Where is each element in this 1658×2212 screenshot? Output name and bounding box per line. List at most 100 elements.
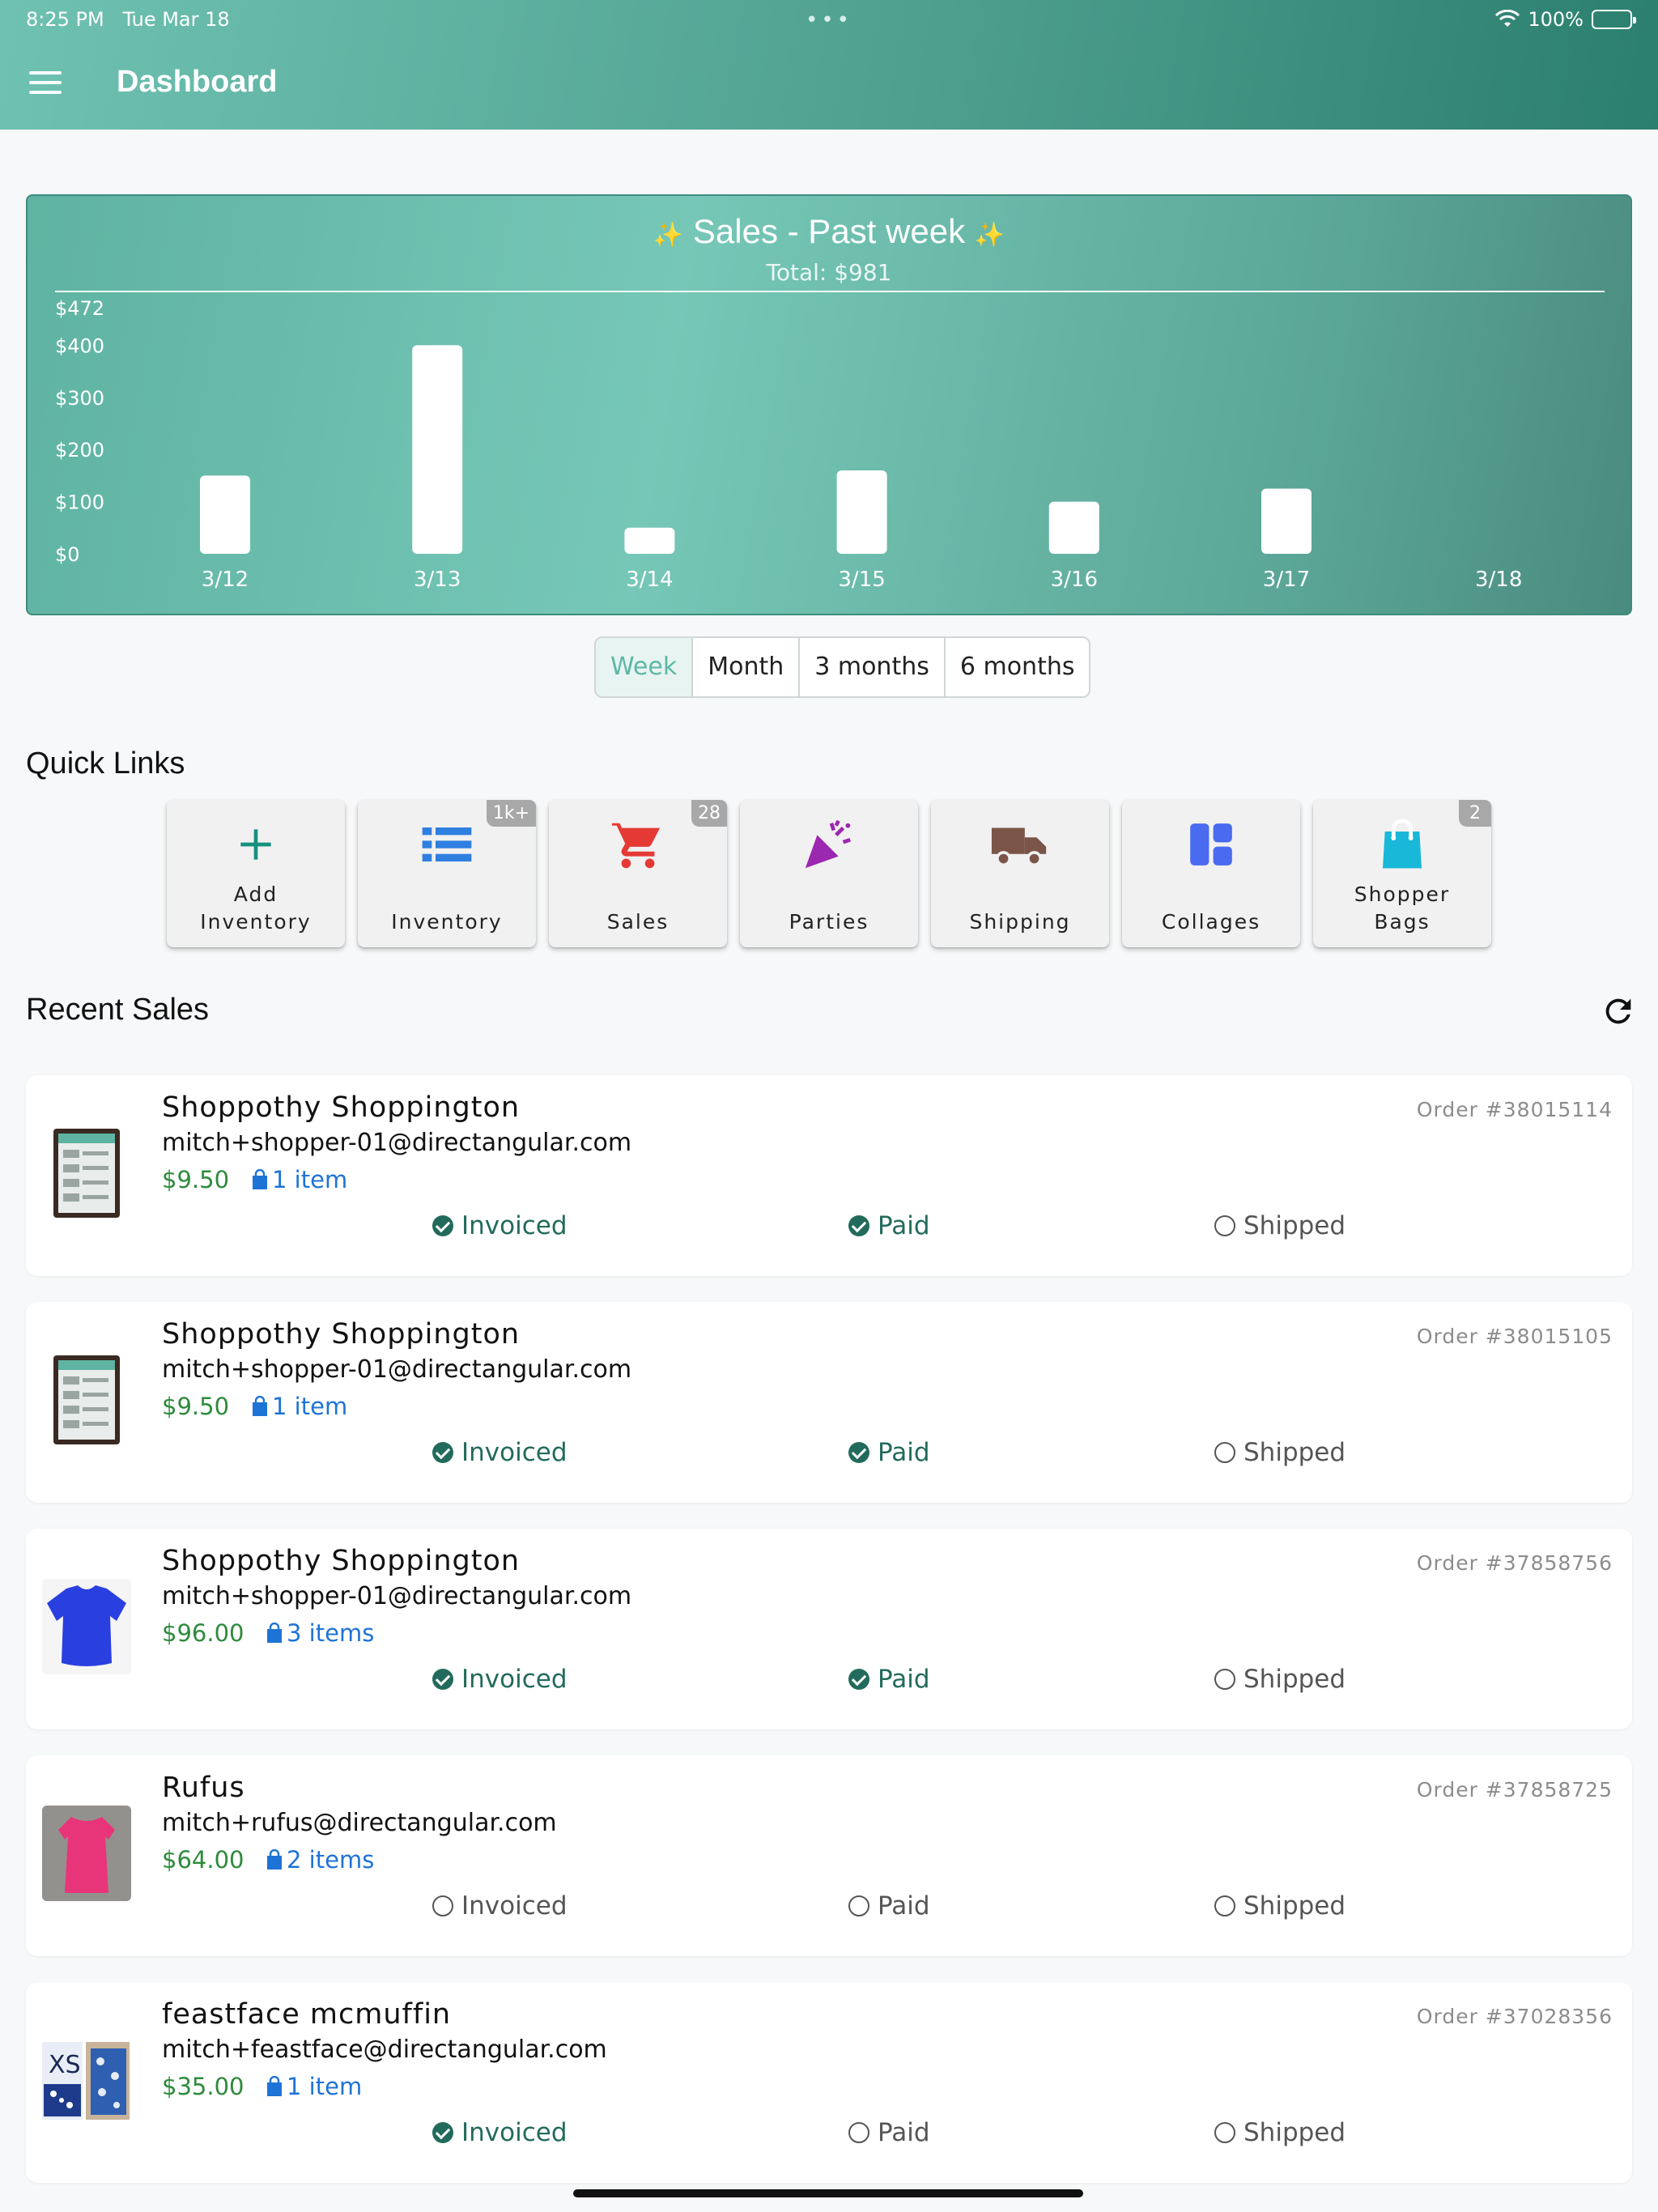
quick-link-label: Inventory (358, 908, 536, 936)
range-tab-week[interactable]: Week (596, 638, 694, 696)
quick-link-sales[interactable]: Sales 28 (549, 800, 727, 947)
hamburger-menu-icon[interactable] (29, 71, 62, 96)
empty-circle-icon (432, 1895, 453, 1916)
range-tab-month[interactable]: Month (693, 638, 801, 696)
check-circle-icon (432, 1442, 453, 1463)
battery-icon (1592, 10, 1636, 29)
paid-status[interactable]: Paid (848, 1211, 930, 1240)
quick-link-label-line2: Parties (789, 910, 869, 934)
bar-3/13[interactable] (412, 345, 463, 554)
item-count: 1 item (251, 1166, 347, 1193)
product-thumbnail (42, 1352, 131, 1448)
shipped-status[interactable]: Shipped (1214, 2118, 1346, 2147)
quick-link-collages[interactable]: Collages (1122, 800, 1300, 947)
quick-links-heading: Quick Links (26, 747, 185, 781)
sale-card[interactable]: Shoppothy Shoppington mitch+shopper-01@di… (26, 1075, 1632, 1276)
shipped-label: Shipped (1244, 1211, 1346, 1240)
customer-name: Rufus (162, 1772, 245, 1804)
plus-icon (167, 816, 345, 873)
invoiced-label: Invoiced (461, 2118, 568, 2147)
quick-link-inventory[interactable]: Inventory 1k+ (358, 800, 536, 947)
count-badge: 1k+ (486, 800, 536, 827)
quick-link-parties[interactable]: Parties (740, 800, 918, 947)
bar-3/15[interactable] (836, 470, 887, 554)
x-tick-label: 3/15 (838, 568, 885, 592)
paid-status[interactable]: Paid (848, 1438, 930, 1467)
quick-link-label-line2: Bags (1374, 910, 1431, 934)
customer-name: Shoppothy Shoppington (162, 1545, 521, 1577)
check-circle-icon (432, 1669, 453, 1690)
check-circle-icon (432, 2122, 453, 2143)
bar-3/14[interactable] (624, 527, 675, 554)
size-label: XS (49, 2051, 81, 2079)
truck-icon (931, 816, 1109, 873)
check-circle-icon (848, 1215, 869, 1236)
multitasking-dots-icon[interactable]: ••• (806, 8, 852, 32)
invoiced-label: Invoiced (461, 1891, 568, 1921)
sale-card[interactable]: XS feastface mcmuffin mitch+feastface@dire… (26, 1982, 1632, 2183)
check-circle-icon (848, 1442, 869, 1463)
customer-email: mitch+feastface@directangular.com (162, 2035, 607, 2064)
paid-label: Paid (878, 1891, 930, 1921)
quick-link-shopper-bags[interactable]: Shopper Bags 2 (1313, 800, 1491, 947)
empty-circle-icon (848, 1895, 869, 1916)
order-number: Order #38015114 (1416, 1098, 1613, 1121)
product-thumbnail (42, 1579, 131, 1674)
quick-link-label-line1: Shopper (1354, 883, 1451, 906)
refresh-icon[interactable] (1600, 993, 1637, 1030)
quick-link-label-line2: Collages (1161, 910, 1261, 934)
bar-3/17[interactable] (1261, 488, 1312, 554)
customer-email: mitch+shopper-01@directangular.com (162, 1582, 632, 1610)
range-tab-3-months[interactable]: 3 months (800, 638, 946, 696)
item-count-text: 3 items (287, 1619, 375, 1647)
invoiced-status[interactable]: Invoiced (432, 1665, 568, 1694)
bar-3/16[interactable] (1048, 501, 1099, 554)
paid-label: Paid (878, 1438, 930, 1467)
sale-card[interactable]: Rufus mitch+rufus@directangular.com $64.00… (26, 1755, 1632, 1956)
empty-circle-icon (1214, 2122, 1235, 2143)
paid-status[interactable]: Paid (848, 1665, 930, 1694)
status-row: Invoiced Paid Shipped (26, 1891, 1632, 1924)
invoiced-status[interactable]: Invoiced (432, 1891, 568, 1921)
recent-sales-heading: Recent Sales (26, 993, 210, 1027)
shipped-label: Shipped (1244, 1665, 1346, 1694)
shipped-label: Shipped (1244, 1438, 1346, 1467)
status-row: Invoiced Paid Shipped (26, 1438, 1632, 1470)
status-right: 100% (1495, 8, 1636, 31)
x-tick-label: 3/18 (1475, 568, 1522, 592)
sale-total: $9.50 (162, 1393, 230, 1420)
shipped-status[interactable]: Shipped (1214, 1891, 1346, 1921)
sparkles-icon: ✨ (653, 222, 684, 249)
paid-label: Paid (878, 1211, 930, 1240)
invoiced-status[interactable]: Invoiced (432, 1438, 568, 1467)
paid-status[interactable]: Paid (848, 2118, 930, 2147)
customer-name: feastface mcmuffin (162, 1998, 452, 2031)
shopping-bag-icon (253, 1169, 267, 1189)
paid-status[interactable]: Paid (848, 1891, 930, 1921)
sale-total: $35.00 (162, 2073, 244, 2100)
home-indicator[interactable] (573, 2189, 1083, 2197)
invoiced-label: Invoiced (461, 1438, 568, 1467)
quick-link-add-inventory[interactable]: Add Inventory (167, 800, 345, 947)
page-title: Dashboard (117, 65, 278, 99)
sale-card[interactable]: Shoppothy Shoppington mitch+shopper-01@di… (26, 1529, 1632, 1729)
shipped-status[interactable]: Shipped (1214, 1665, 1346, 1694)
customer-email: mitch+shopper-01@directangular.com (162, 1355, 632, 1384)
item-count-text: 2 items (287, 1846, 375, 1874)
bar-3/12[interactable] (200, 475, 250, 554)
order-number: Order #38015105 (1416, 1325, 1613, 1348)
sale-card[interactable]: Shoppothy Shoppington mitch+shopper-01@di… (26, 1302, 1632, 1503)
quick-links-row: Add Inventory Inventory 1k+ Sales 28 Parties Sh… (167, 800, 1491, 947)
quick-link-shipping[interactable]: Shipping (931, 800, 1109, 947)
shipped-status[interactable]: Shipped (1214, 1211, 1346, 1240)
invoiced-status[interactable]: Invoiced (432, 1211, 568, 1240)
chart-title-text: Sales - Past week (692, 212, 966, 250)
shipped-status[interactable]: Shipped (1214, 1438, 1346, 1467)
paid-label: Paid (878, 2118, 930, 2147)
range-tab-6-months[interactable]: 6 months (946, 638, 1090, 696)
product-thumbnail (42, 1125, 131, 1221)
product-thumbnail (42, 1806, 131, 1901)
y-tick-label: $400 (55, 334, 104, 357)
invoiced-status[interactable]: Invoiced (432, 2118, 568, 2147)
chart-total: Total: $981 (766, 259, 892, 286)
